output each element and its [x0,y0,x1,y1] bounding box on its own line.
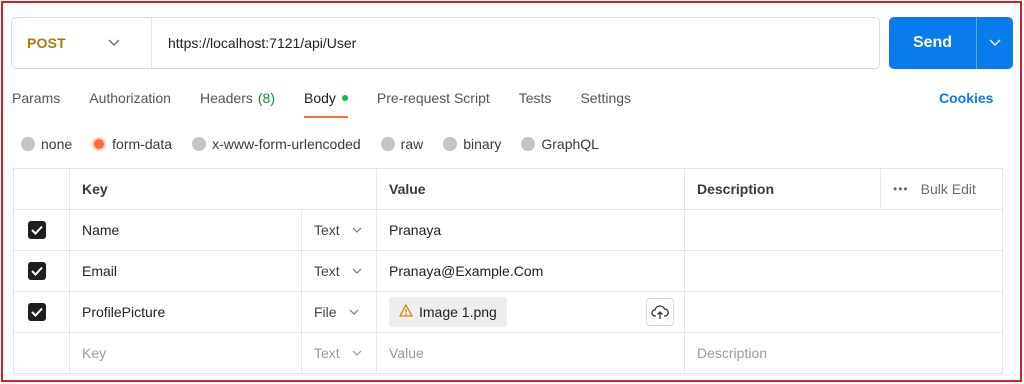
headers-count: (8) [257,90,275,106]
tab-body[interactable]: Body [304,88,348,118]
checkbox-checked-icon[interactable] [28,221,46,239]
radio-none[interactable]: none [21,136,72,152]
key-placeholder[interactable]: Key [69,332,302,374]
value-cell: Image 1.png [376,291,685,333]
chevron-down-icon [108,36,120,50]
key-cell[interactable]: Email [69,250,302,292]
file-name: Image 1.png [419,304,497,320]
method-label: POST [27,35,66,51]
value-placeholder[interactable]: Value [376,332,685,374]
tab-params[interactable]: Params [12,88,60,118]
type-select[interactable]: Text [301,209,377,251]
cookies-link[interactable]: Cookies [939,88,993,108]
body-active-dot [341,95,348,101]
header-value: Value [376,168,685,210]
more-options-icon[interactable]: ••• [893,182,909,196]
radio-circle-icon [443,137,458,151]
header-key: Key [69,168,377,210]
type-select[interactable]: Text [301,250,377,292]
method-select[interactable]: POST [12,18,152,68]
file-chip[interactable]: Image 1.png [389,297,507,327]
send-dropdown-button[interactable] [977,17,1013,69]
header-actions: ••• Bulk Edit [880,168,1003,210]
warning-icon [398,303,414,320]
table-row-placeholder: Key Text Value Description [13,332,1003,374]
radio-circle-icon [21,137,35,151]
description-cell[interactable] [684,250,1003,292]
chevron-down-icon [989,39,1001,47]
chevron-down-icon [352,224,362,236]
body-mode-radios: none form-data x-www-form-urlencoded raw… [21,136,619,152]
url-input[interactable]: https://localhost:7121/api/User [152,35,356,51]
row-checkbox-cell [13,209,70,251]
value-cell[interactable]: Pranaya@Example.Com [376,250,685,292]
description-cell[interactable] [684,291,1003,333]
bulk-edit-link[interactable]: Bulk Edit [921,181,976,197]
type-select[interactable]: Text [301,332,377,374]
header-check-cell [13,168,70,210]
row-checkbox-cell [13,291,70,333]
send-button-group: Send [889,17,1013,69]
tab-headers[interactable]: Headers (8) [200,88,275,118]
radio-form-data[interactable]: form-data [92,136,172,152]
table-header-row: Key Value Description ••• Bulk Edit [13,168,1003,210]
tab-settings[interactable]: Settings [580,88,631,118]
cloud-upload-icon[interactable] [646,298,674,326]
radio-circle-icon [380,137,395,151]
radio-raw[interactable]: raw [380,136,423,152]
description-cell[interactable] [684,209,1003,251]
radio-x-www-form-urlencoded[interactable]: x-www-form-urlencoded [192,136,361,152]
checkbox-checked-icon[interactable] [28,303,46,321]
chevron-down-icon [349,306,359,318]
radio-circle-icon [192,137,207,151]
type-select[interactable]: File [301,291,377,333]
radio-binary[interactable]: binary [443,136,501,152]
radio-graphql[interactable]: GraphQL [521,136,599,152]
value-cell[interactable]: Pranaya [376,209,685,251]
tab-tests[interactable]: Tests [519,88,552,118]
tab-pre-request-script[interactable]: Pre-request Script [377,88,490,118]
chevron-down-icon [352,265,362,277]
form-data-table: Key Value Description ••• Bulk Edit Name… [13,168,1003,374]
checkbox-checked-icon[interactable] [28,262,46,280]
request-bar: POST https://localhost:7121/api/User [11,17,880,69]
radio-selected-icon [92,137,107,151]
send-button[interactable]: Send [889,17,977,69]
chevron-down-icon [352,347,362,359]
table-row: ProfilePicture File Image 1.png [13,291,1003,333]
row-checkbox-cell [13,250,70,292]
request-tabs: Params Authorization Headers (8) Body Pre… [12,88,660,118]
radio-circle-icon [521,137,536,151]
header-description: Description [684,168,881,210]
description-placeholder[interactable]: Description [684,332,1003,374]
table-row: Email Text Pranaya@Example.Com [13,250,1003,292]
row-checkbox-cell [13,332,70,374]
table-row: Name Text Pranaya [13,209,1003,251]
tab-authorization[interactable]: Authorization [89,88,171,118]
key-cell[interactable]: ProfilePicture [69,291,302,333]
key-cell[interactable]: Name [69,209,302,251]
